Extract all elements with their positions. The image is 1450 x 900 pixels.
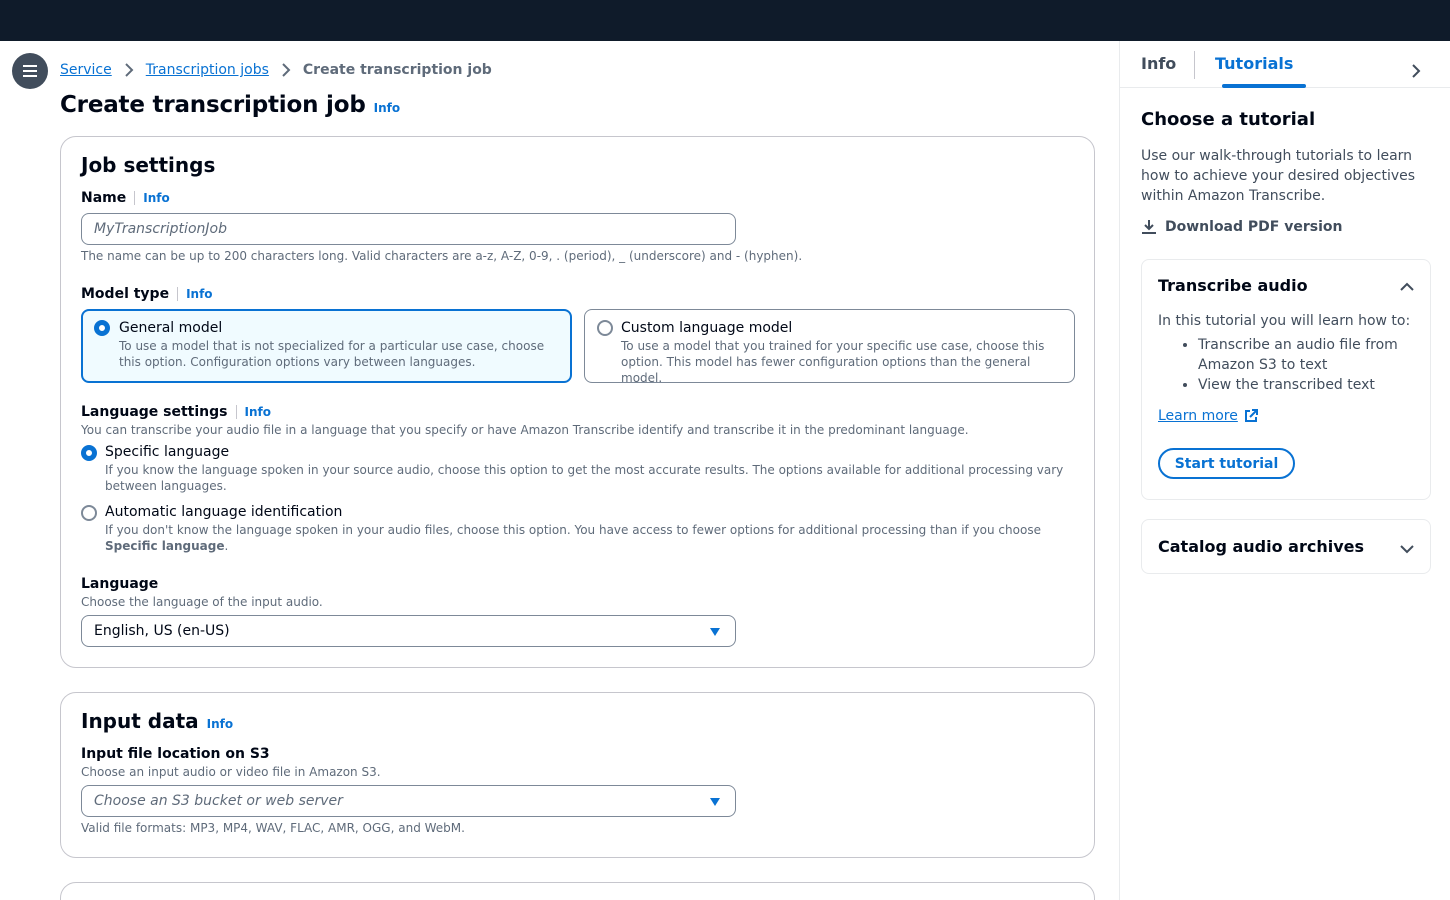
custom-model-desc: To use a model that you trained for your… (621, 339, 1045, 385)
caret-down-icon (710, 798, 720, 806)
language-select[interactable]: English, US (en-US) (81, 615, 736, 647)
s3-location-placeholder: Choose an S3 bucket or web server (94, 793, 343, 809)
input-data-container: Input data Info Input file location on S… (60, 692, 1095, 858)
input-data-info-link[interactable]: Info (207, 717, 233, 731)
download-pdf-link[interactable]: Download PDF version (1141, 219, 1342, 235)
name-label: Name (81, 190, 127, 206)
general-model-radio[interactable] (94, 320, 110, 336)
tab-info[interactable]: Info (1141, 54, 1176, 73)
s3-location-select[interactable]: Choose an S3 bucket or web server (81, 785, 736, 817)
page-info-link[interactable]: Info (374, 101, 400, 115)
language-settings-label: Language settings (81, 404, 228, 420)
auto-language-desc: If you don't know the language spoken in… (105, 522, 1065, 554)
tab-divider (1194, 51, 1195, 79)
top-navigation-bar (0, 0, 1450, 41)
tutorial-card-transcribe-audio: Transcribe audio In this tutorial you wi… (1141, 259, 1431, 500)
breadcrumb-transcription-jobs[interactable]: Transcription jobs (146, 62, 269, 78)
download-icon (1142, 220, 1156, 234)
label-divider (235, 405, 237, 419)
input-location-label: Input file location on S3 (81, 746, 270, 762)
tutorial-learn-intro: In this tutorial you will learn how to: (1158, 313, 1411, 329)
chevron-down-icon (1400, 545, 1414, 554)
chevron-up-icon (1400, 282, 1414, 291)
model-type-label-row: Model type Info (81, 286, 213, 302)
download-pdf-label: Download PDF version (1165, 219, 1343, 235)
language-settings-info-link[interactable]: Info (245, 405, 271, 419)
collapse-tutorial-button[interactable] (1400, 280, 1414, 296)
navigation-menu-button[interactable] (12, 53, 48, 89)
auto-language-desc-bold: Specific language (105, 539, 225, 553)
specific-language-label[interactable]: Specific language (105, 444, 229, 460)
tutorial-title: Transcribe audio (1158, 276, 1308, 295)
job-name-hint: The name can be up to 200 characters lon… (81, 249, 803, 263)
custom-model-radio[interactable] (597, 320, 613, 336)
chevron-right-icon (124, 63, 134, 77)
input-location-desc: Choose an input audio or video file in A… (81, 765, 381, 779)
breadcrumb: Service Transcription jobs Create transc… (60, 62, 492, 78)
label-divider (177, 287, 179, 301)
hamburger-icon (23, 65, 37, 77)
chevron-right-icon (1412, 64, 1421, 78)
caret-down-icon (710, 628, 720, 636)
language-select-value: English, US (en-US) (94, 623, 230, 639)
auto-language-desc-text: If you don't know the language spoken in… (105, 523, 1041, 537)
list-item: View the transcribed text (1198, 375, 1418, 395)
custom-model-tile[interactable]: Custom language model To use a model tha… (584, 309, 1075, 385)
list-item: Transcribe an audio file from Amazon S3 … (1198, 335, 1418, 375)
page-header: Create transcription job Info (60, 92, 400, 118)
job-name-input[interactable]: MyTranscriptionJob (81, 213, 736, 245)
tutorial-heading: Choose a tutorial (1141, 109, 1316, 130)
file-formats-hint: Valid file formats: MP3, MP4, WAV, FLAC,… (81, 821, 465, 835)
auto-language-radio[interactable] (81, 505, 97, 521)
expand-tutorial-button[interactable] (1400, 542, 1414, 558)
breadcrumb-service[interactable]: Service (60, 62, 112, 78)
name-info-link[interactable]: Info (143, 191, 169, 205)
close-panel-button[interactable] (1411, 63, 1421, 83)
language-settings-label-row: Language settings Info (81, 404, 271, 420)
label-divider (134, 191, 136, 205)
breadcrumb-current: Create transcription job (302, 62, 492, 78)
auto-language-label[interactable]: Automatic language identification (105, 504, 342, 520)
general-model-title: General model (119, 320, 223, 336)
language-settings-desc: You can transcribe your audio file in a … (81, 423, 969, 437)
input-data-title: Input data (81, 709, 199, 733)
tutorial-card-catalog-audio[interactable]: Catalog audio archives (1141, 519, 1431, 574)
custom-model-title: Custom language model (621, 320, 793, 336)
job-settings-title: Job settings (81, 153, 216, 177)
tab-tutorials[interactable]: Tutorials (1215, 54, 1293, 73)
active-tab-indicator (1222, 84, 1306, 88)
side-panel-tabs: Info Tutorials (1120, 41, 1450, 88)
learn-more-link[interactable]: Learn more (1158, 408, 1258, 424)
input-data-header: Input data Info (81, 709, 233, 733)
name-label-row: Name Info (81, 190, 170, 206)
job-name-placeholder: MyTranscriptionJob (94, 221, 227, 237)
language-desc: Choose the language of the input audio. (81, 595, 323, 609)
input-location-label-row: Input file location on S3 (81, 746, 270, 762)
learn-more-label: Learn more (1158, 408, 1238, 424)
page-title: Create transcription job (60, 92, 366, 118)
tools-side-panel: Info Tutorials Choose a tutorial Use our… (1119, 41, 1450, 900)
model-type-info-link[interactable]: Info (186, 287, 212, 301)
tutorial-steps-list: Transcribe an audio file from Amazon S3 … (1198, 335, 1418, 395)
auto-language-desc-end: . (224, 539, 229, 553)
start-tutorial-button[interactable]: Start tutorial (1158, 448, 1295, 479)
specific-language-desc: If you know the language spoken in your … (105, 463, 1064, 493)
general-model-desc: To use a model that is not specialized f… (119, 339, 545, 369)
tutorial-intro: Use our walk-through tutorials to learn … (1141, 148, 1416, 204)
specific-language-radio[interactable] (81, 445, 97, 461)
job-settings-container: Job settings Name Info MyTranscriptionJo… (60, 136, 1095, 668)
next-section-container (60, 882, 1095, 900)
general-model-tile[interactable]: General model To use a model that is not… (81, 309, 572, 383)
model-type-label: Model type (81, 286, 170, 302)
language-label-row: Language (81, 576, 158, 592)
external-link-icon (1244, 409, 1258, 422)
chevron-right-icon (281, 63, 291, 77)
tutorial-title: Catalog audio archives (1158, 537, 1365, 556)
language-label: Language (81, 576, 159, 592)
